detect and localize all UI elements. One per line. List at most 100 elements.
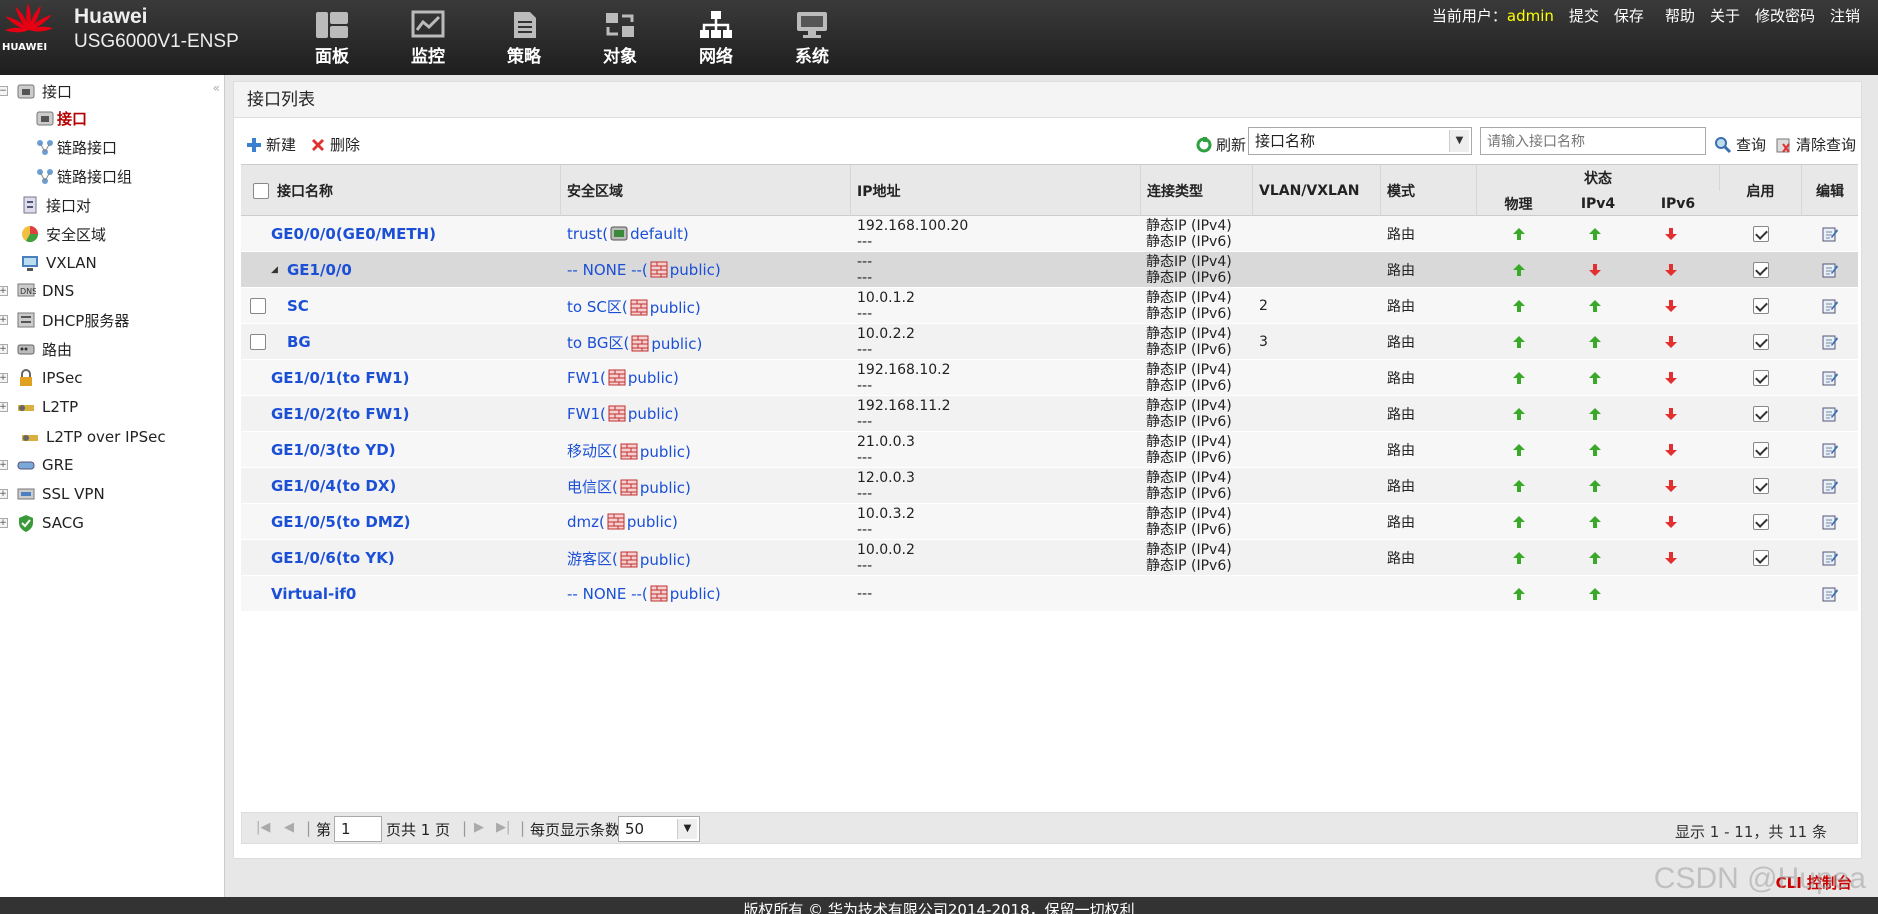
table-row[interactable]: Virtual-if0 -- NONE --(public) --- <box>241 576 1858 612</box>
col-conn-header[interactable]: 连接类型 <box>1141 165 1253 217</box>
expand-node-icon[interactable]: + <box>0 373 8 383</box>
interface-name-link[interactable]: GE1/0/3(to YD) <box>271 441 396 459</box>
enable-checkbox[interactable] <box>1753 262 1769 278</box>
nav-policy[interactable]: 策略 <box>476 10 572 70</box>
expand-node-icon[interactable]: + <box>0 315 8 325</box>
interface-name-link[interactable]: GE1/0/0 <box>287 261 352 279</box>
edit-icon[interactable] <box>1821 540 1839 576</box>
security-zone-link[interactable]: to BG区(public) <box>567 332 702 353</box>
page-number-input[interactable]: 1 <box>334 816 382 842</box>
enable-checkbox[interactable] <box>1753 514 1769 530</box>
security-zone-link[interactable]: trust(default) <box>567 225 689 243</box>
sidebar-item-interface-pair[interactable]: 接口对 <box>20 192 91 218</box>
nav-dashboard[interactable]: 面板 <box>284 10 380 70</box>
per-page-select[interactable]: 50 ▼ <box>618 816 700 842</box>
security-zone-link[interactable]: -- NONE --(public) <box>567 585 721 603</box>
enable-checkbox[interactable] <box>1753 550 1769 566</box>
nav-object[interactable]: 对象 <box>572 10 668 70</box>
expand-node-icon[interactable]: + <box>0 402 8 412</box>
sidebar-item-ipsec[interactable]: + IPSec <box>0 365 82 391</box>
select-all-checkbox[interactable] <box>253 183 269 199</box>
search-field-select[interactable]: 接口名称 ▼ <box>1248 127 1472 155</box>
sidebar-item-security-zone[interactable]: 安全区域 <box>20 221 106 247</box>
row-checkbox[interactable] <box>250 298 266 314</box>
search-input[interactable] <box>1480 127 1706 155</box>
new-button[interactable]: 新建 <box>246 134 296 155</box>
interface-name-link[interactable]: GE1/0/1(to FW1) <box>271 369 409 387</box>
enable-checkbox[interactable] <box>1753 370 1769 386</box>
table-row[interactable]: ◢ GE1/0/0 -- NONE --(public) --- --- 静态IP (IP… <box>241 252 1858 288</box>
prev-page-button[interactable]: ◀ <box>284 820 294 835</box>
interface-name-link[interactable]: GE1/0/5(to DMZ) <box>271 513 411 531</box>
sidebar-item-route[interactable]: + 路由 <box>0 336 72 362</box>
change-password-link[interactable]: 修改密码 <box>1755 5 1815 26</box>
edit-icon[interactable] <box>1821 468 1839 504</box>
interface-name-link[interactable]: BG <box>287 333 311 351</box>
edit-icon[interactable] <box>1821 252 1839 288</box>
clear-query-button[interactable]: 清除查询 <box>1774 134 1856 155</box>
sidebar-item-vxlan[interactable]: VXLAN <box>20 250 97 276</box>
expand-node-icon[interactable]: + <box>0 518 8 528</box>
submit-link[interactable]: 提交 <box>1569 5 1599 26</box>
security-zone-link[interactable]: dmz(public) <box>567 513 678 531</box>
interface-name-link[interactable]: GE1/0/4(to DX) <box>271 477 396 495</box>
expand-node-icon[interactable]: + <box>0 286 8 296</box>
col-zone-header[interactable]: 安全区域 <box>561 165 851 217</box>
security-zone-link[interactable]: FW1(public) <box>567 369 679 387</box>
interface-name-link[interactable]: GE1/0/6(to YK) <box>271 549 395 567</box>
about-link[interactable]: 关于 <box>1710 5 1740 26</box>
sidebar-item-link-interface-group[interactable]: 链路接口组 <box>35 163 132 189</box>
edit-icon[interactable] <box>1821 396 1839 432</box>
interface-name-link[interactable]: SC <box>287 297 309 315</box>
edit-icon[interactable] <box>1821 432 1839 468</box>
edit-icon[interactable] <box>1821 360 1839 396</box>
sidebar-item-dhcp-server[interactable]: + DHCP服务器 <box>0 307 129 333</box>
expand-node-icon[interactable]: + <box>0 460 8 470</box>
interface-name-link[interactable]: GE1/0/2(to FW1) <box>271 405 409 423</box>
col-mode-header[interactable]: 模式 <box>1381 165 1477 217</box>
sidebar-item-gre[interactable]: + GRE <box>0 452 74 478</box>
interface-name-link[interactable]: GE0/0/0(GE0/METH) <box>271 225 436 243</box>
query-button[interactable]: 查询 <box>1714 134 1766 155</box>
nav-system[interactable]: 系统 <box>764 10 860 70</box>
enable-checkbox[interactable] <box>1753 406 1769 422</box>
nav-monitor[interactable]: 监控 <box>380 10 476 70</box>
expand-node-icon[interactable]: + <box>0 344 8 354</box>
row-checkbox[interactable] <box>250 334 266 350</box>
next-page-button[interactable]: ▶ <box>474 820 484 835</box>
security-zone-link[interactable]: 移动区(public) <box>567 440 691 461</box>
table-row[interactable]: BG to BG区(public) 10.0.2.2 --- 静态IP (IPv4) 静态… <box>241 324 1858 360</box>
edit-icon[interactable] <box>1821 324 1839 360</box>
edit-icon[interactable] <box>1821 216 1839 252</box>
col-ip-header[interactable]: IP地址 <box>851 165 1141 217</box>
sidebar-item-interface-group[interactable]: − 接口 <box>0 78 72 104</box>
table-row[interactable]: GE1/0/4(to DX) 电信区(public) 12.0.0.3 --- 静态IP… <box>241 468 1858 504</box>
edit-icon[interactable] <box>1821 288 1839 324</box>
table-row[interactable]: GE1/0/5(to DMZ) dmz(public) 10.0.3.2 --- 静态I… <box>241 504 1858 540</box>
security-zone-link[interactable]: to SC区(public) <box>567 296 701 317</box>
sidebar-item-sacg[interactable]: + SACG <box>0 510 84 536</box>
security-zone-link[interactable]: -- NONE --(public) <box>567 261 721 279</box>
security-zone-link[interactable]: 电信区(public) <box>567 476 691 497</box>
col-vlan-header[interactable]: VLAN/VXLAN <box>1253 165 1381 217</box>
expand-arrow-icon[interactable]: ◢ <box>271 252 278 288</box>
table-row[interactable]: GE1/0/6(to YK) 游客区(public) 10.0.0.2 --- 静态IP… <box>241 540 1858 576</box>
expand-node-icon[interactable]: + <box>0 489 8 499</box>
first-page-button[interactable]: |◀ <box>256 820 270 835</box>
table-row[interactable]: GE1/0/2(to FW1) FW1(public) 192.168.11.2 --… <box>241 396 1858 432</box>
enable-checkbox[interactable] <box>1753 298 1769 314</box>
enable-checkbox[interactable] <box>1753 226 1769 242</box>
nav-network[interactable]: 网络 <box>668 10 764 70</box>
interface-name-link[interactable]: Virtual-if0 <box>271 585 356 603</box>
save-link[interactable]: 保存 <box>1614 5 1644 26</box>
enable-checkbox[interactable] <box>1753 478 1769 494</box>
sidebar-item-interface[interactable]: 接口 <box>35 105 88 131</box>
delete-button[interactable]: 删除 <box>310 134 360 155</box>
collapse-sidebar-icon[interactable]: « <box>213 81 220 95</box>
last-page-button[interactable]: ▶| <box>496 820 510 835</box>
table-row[interactable]: GE1/0/3(to YD) 移动区(public) 21.0.0.3 --- 静态IP… <box>241 432 1858 468</box>
enable-checkbox[interactable] <box>1753 442 1769 458</box>
help-link[interactable]: 帮助 <box>1665 5 1695 26</box>
table-row[interactable]: SC to SC区(public) 10.0.1.2 --- 静态IP (IPv4) 静态… <box>241 288 1858 324</box>
table-row[interactable]: GE1/0/1(to FW1) FW1(public) 192.168.10.2 --… <box>241 360 1858 396</box>
